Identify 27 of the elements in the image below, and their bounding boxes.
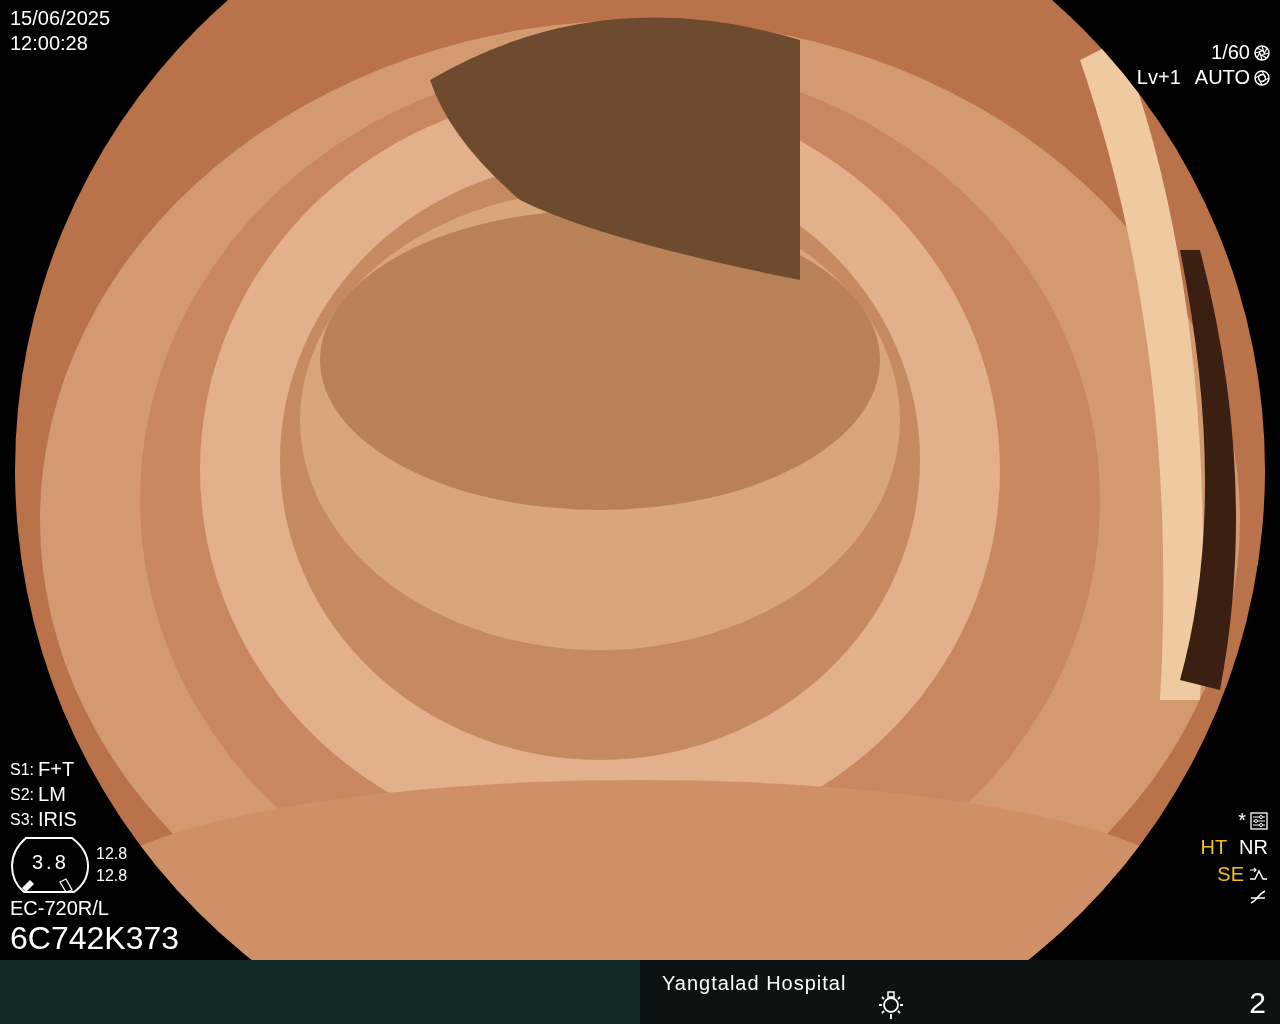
serial-number-text: 6C742K373 <box>10 921 180 955</box>
switch-label: S2: <box>10 785 34 805</box>
reading-text: 12.8 <box>96 844 128 864</box>
switch-label: S3: <box>10 810 34 830</box>
enhancement-label: HT <box>1200 835 1228 860</box>
reading-text: 12.8 <box>96 866 128 886</box>
switch-value: LM <box>38 782 66 807</box>
aperture-icon <box>1254 69 1270 86</box>
scope-model-text: EC-720R/L <box>10 896 110 921</box>
switch-value: F+T <box>38 757 75 782</box>
enhancement-label: SE <box>1217 862 1244 887</box>
page-number: 2 <box>1249 986 1266 1021</box>
switch-value: IRIS <box>38 807 77 832</box>
iris-mode-text: AUTO <box>1194 65 1250 90</box>
gauge-value: 3.8 <box>32 850 69 874</box>
aperture-icon <box>1254 44 1270 61</box>
settings-icon <box>1250 811 1268 830</box>
asterisk-text: * <box>1238 808 1246 833</box>
enhancement-label: NR <box>1239 835 1268 860</box>
time-text: 12:00:28 <box>10 31 89 56</box>
level-text: Lv+1 <box>1136 65 1181 90</box>
curve-icon <box>1248 866 1268 883</box>
hospital-name: Yangtalad Hospital <box>662 971 847 996</box>
date-text: 15/06/2025 <box>10 6 111 31</box>
not-equal-icon <box>1248 889 1268 905</box>
shutter-speed-text: 1/60 <box>1211 40 1250 65</box>
switch-label: S1: <box>10 760 34 780</box>
